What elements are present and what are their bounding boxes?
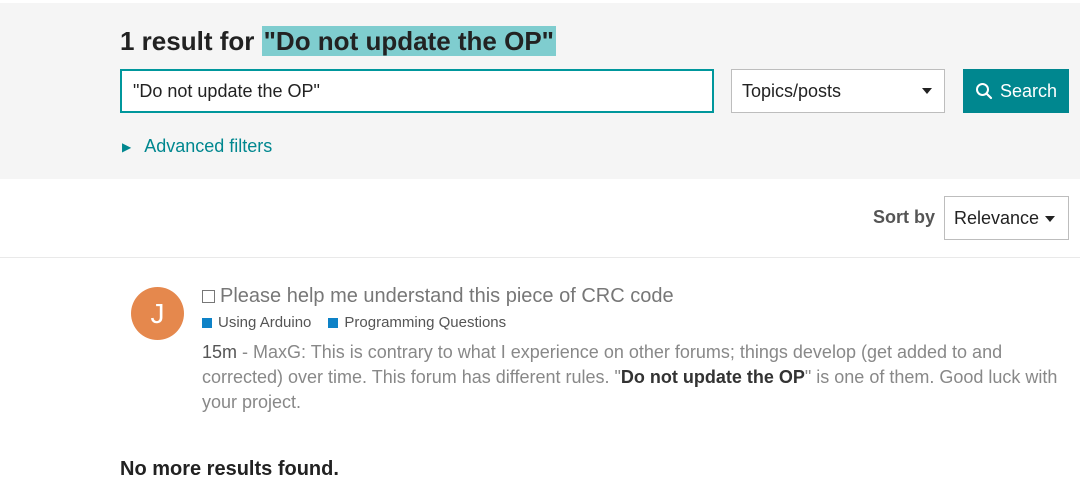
result-count-heading: 1 result for "Do not update the OP" bbox=[120, 22, 557, 60]
advanced-filters-toggle[interactable]: ▶ Advanced filters bbox=[122, 136, 272, 157]
search-button[interactable]: Search bbox=[963, 69, 1069, 113]
avatar-letter: J bbox=[150, 297, 165, 329]
unsolved-checkbox-icon bbox=[202, 290, 215, 303]
caret-down-icon bbox=[1045, 216, 1055, 222]
result-topic-link[interactable]: Please help me understand this piece of … bbox=[202, 285, 674, 308]
result-date: 15m bbox=[202, 342, 238, 362]
avatar[interactable]: J bbox=[131, 287, 184, 340]
search-button-label: Search bbox=[999, 80, 1058, 101]
triangle-right-icon: ▶ bbox=[122, 139, 132, 154]
advanced-filters-label: Advanced filters bbox=[144, 136, 273, 156]
search-icon bbox=[975, 83, 993, 100]
category-badge-using-arduino[interactable]: Using Arduino bbox=[202, 314, 311, 331]
caret-down-icon bbox=[922, 88, 932, 94]
category-color-icon bbox=[202, 317, 212, 328]
category-label: Programming Questions bbox=[344, 314, 507, 331]
sort-select[interactable]: Relevance bbox=[944, 196, 1069, 240]
search-type-selected: Topics/posts bbox=[742, 80, 842, 101]
no-more-results: No more results found. bbox=[120, 458, 339, 480]
divider bbox=[0, 257, 1080, 258]
search-header: 1 result for "Do not update the OP" Topi… bbox=[0, 3, 1080, 179]
sort-label: Sort by bbox=[873, 207, 936, 227]
sort-selected: Relevance bbox=[954, 207, 1040, 228]
category-color-icon bbox=[328, 317, 339, 328]
blurb-highlight: Do not update the OP bbox=[620, 367, 805, 387]
result-blurb[interactable]: 15m - MaxG: This is contrary to what I e… bbox=[202, 340, 1062, 415]
category-label: Using Arduino bbox=[218, 314, 312, 331]
result-count-prefix: 1 result for bbox=[120, 26, 262, 56]
search-input[interactable] bbox=[120, 69, 714, 113]
search-query-highlight: "Do not update the OP" bbox=[261, 26, 557, 56]
result-topic-title: Please help me understand this piece of … bbox=[220, 285, 674, 307]
category-badge-programming-questions[interactable]: Programming Questions bbox=[328, 314, 506, 331]
search-type-select[interactable]: Topics/posts bbox=[731, 69, 945, 113]
result-categories: Using Arduino Programming Questions bbox=[202, 314, 523, 331]
